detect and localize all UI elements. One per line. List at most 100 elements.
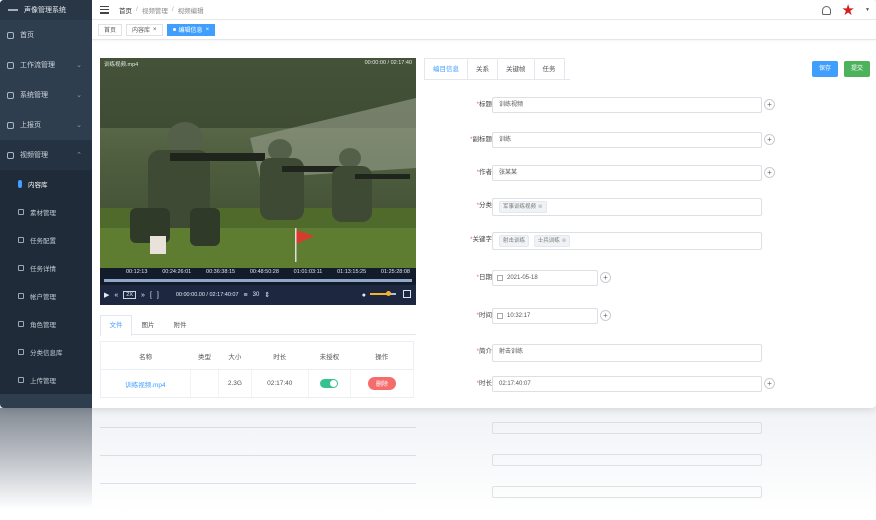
media-panel: 训练视频.mp4 00:00:00 / 02:17:40 00:12:13 00… [100, 58, 416, 408]
tag-content-library[interactable]: 内容库 × [126, 23, 163, 36]
column-header: 操作 [350, 341, 414, 370]
delete-button[interactable]: 删除 [368, 377, 397, 390]
date-picker[interactable]: 2021-05-18 [492, 270, 598, 286]
breadcrumb-item[interactable]: 首页 [119, 5, 132, 15]
field-label: *标题 [476, 101, 492, 108]
tab-catalog-info[interactable]: 编目信息 [424, 58, 468, 79]
tab-tasks[interactable]: 任务 [533, 58, 565, 79]
forward-icon[interactable]: » [141, 292, 145, 299]
file-name-link[interactable]: 训练视频.mp4 [100, 369, 191, 398]
sidebar-item-workflow[interactable]: 工作流管理 ⌄ [0, 50, 92, 80]
keywords-select[interactable]: 射击训练 士兵训练 ⊗ [492, 232, 762, 250]
video-player[interactable]: 训练视频.mp4 00:00:00 / 02:17:40 00:12:13 00… [100, 58, 416, 305]
close-icon[interactable]: × [153, 27, 157, 33]
timeline-tick: 00:48:50:28 [249, 269, 279, 275]
add-icon[interactable]: + [600, 310, 611, 321]
fullscreen-icon[interactable] [403, 290, 411, 298]
sidebar-subitem-category[interactable]: 分类信息库 [0, 338, 92, 366]
sidebar-item-label: 首页 [20, 32, 34, 39]
tab-files[interactable]: 文件 [100, 315, 132, 336]
close-icon[interactable]: ⊗ [562, 238, 567, 244]
sidebar-subitem-task-detail[interactable]: 任务详情 [0, 254, 92, 282]
tab-keyframes[interactable]: 关键帧 [497, 58, 535, 79]
sidebar-subitem-task-config[interactable]: 任务配置 [0, 226, 92, 254]
submit-button[interactable]: 提交 [843, 61, 870, 77]
clock-icon [497, 313, 503, 319]
time-picker[interactable]: 10:32:17 [492, 308, 598, 324]
category-icon [18, 349, 24, 355]
add-icon[interactable]: + [600, 272, 611, 283]
account-icon [18, 293, 24, 299]
add-icon[interactable]: + [764, 134, 775, 145]
frame-settings-icon[interactable]: ≡ [244, 292, 248, 299]
close-icon[interactable]: × [206, 27, 210, 33]
task-detail-icon [18, 265, 24, 271]
notification-bell-icon[interactable] [822, 5, 832, 15]
authorized-cell [308, 369, 352, 398]
video-timeline[interactable]: 00:12:13 00:24:26:01 00:36:38:15 00:48:5… [100, 268, 416, 285]
sidebar-item-report[interactable]: 上报页 ⌄ [0, 110, 92, 140]
close-icon[interactable]: ⊗ [538, 204, 543, 210]
tab-attachments[interactable]: 附件 [164, 315, 196, 334]
form-row-subtitle: *副标题 训练 + [424, 132, 784, 148]
frame-rate-value[interactable]: 30 [253, 292, 260, 298]
volume-slider[interactable] [370, 291, 396, 296]
sidebar-subitem-label: 内容库 [28, 182, 48, 189]
tab-relations[interactable]: 关系 [467, 58, 498, 79]
duration-input[interactable]: 02:17:40:07 [492, 376, 762, 392]
rewind-icon[interactable]: « [114, 292, 118, 299]
breadcrumb-item: 视频编辑 [177, 7, 204, 15]
authorized-toggle[interactable] [320, 379, 339, 388]
timeline-tick: 01:01:03:11 [293, 269, 323, 275]
add-icon[interactable]: + [764, 99, 775, 110]
column-header: 未授权 [308, 341, 351, 370]
tag-home[interactable]: 首页 [98, 23, 123, 36]
playback-speed[interactable]: 2X [123, 291, 137, 299]
save-button[interactable]: 保存 [811, 61, 838, 77]
table-header-row: 名称 类型 大小 时长 未授权 操作 [100, 341, 414, 370]
sidebar-subitem-account[interactable]: 帐户管理 [0, 282, 92, 310]
logo-icon [8, 9, 18, 11]
file-table: 名称 类型 大小 时长 未授权 操作 训练视频.mp4 2.3G 02:17:4… [100, 341, 414, 398]
sidebar-item-system[interactable]: 系统管理 ⌄ [0, 80, 92, 110]
upload-page-icon [7, 121, 14, 129]
tag-edit-info[interactable]: 编辑信息 × [166, 23, 216, 36]
author-input[interactable]: 张某某 [492, 165, 762, 181]
sidebar-item-home[interactable]: 首页 [0, 20, 92, 50]
menu-toggle-icon[interactable] [100, 5, 109, 14]
mark-in-icon[interactable]: [ [150, 292, 152, 299]
timeline-tick: 00:36:38:15 [206, 269, 236, 275]
volume-icon[interactable]: ● [362, 292, 366, 299]
stepper-icon[interactable]: ⇕ [264, 291, 270, 299]
title-input[interactable]: 训练视频 [492, 97, 762, 113]
chevron-down-icon[interactable]: ▼ [865, 7, 870, 13]
tags-view: 首页 内容库 × 编辑信息 × [92, 20, 876, 40]
sidebar-subitem-material[interactable]: 素材管理 [0, 198, 92, 226]
sidebar-subitem-role[interactable]: 角色管理 [0, 310, 92, 338]
video-time-overlay: 00:00:00 / 02:17:40 [364, 60, 412, 66]
timeline-track[interactable] [104, 279, 412, 282]
sidebar-subitem-label: 任务详情 [30, 266, 56, 273]
category-select[interactable]: 军事训练视频 ⊗ [492, 198, 762, 216]
summary-textarea[interactable]: 射击训练 [492, 344, 762, 362]
keyword-chip: 射击训练 [499, 235, 530, 247]
sidebar-subitem-label: 任务配置 [30, 238, 56, 245]
video-file-name: 训练视频.mp4 [104, 62, 139, 68]
timeline-tick: 00:12:13 [126, 269, 148, 275]
play-icon[interactable]: ▶ [104, 291, 109, 299]
tab-images[interactable]: 图片 [132, 315, 164, 334]
add-icon[interactable]: + [764, 378, 775, 389]
field-label: *时长 [476, 380, 492, 387]
breadcrumb-item[interactable]: 视频管理 [142, 5, 168, 15]
active-indicator-icon [18, 180, 22, 188]
subtitle-input[interactable]: 训练 [492, 132, 762, 148]
sidebar-subitem-upload[interactable]: 上传管理 [0, 366, 92, 394]
sidebar-item-video[interactable]: 视频管理 ⌃ [0, 140, 92, 170]
volume-knob[interactable] [386, 291, 392, 296]
sidebar-subitem-content-library[interactable]: 内容库 [0, 170, 92, 198]
avatar[interactable]: ★ [839, 1, 858, 19]
file-duration: 02:17:40 [251, 369, 309, 398]
mark-out-icon[interactable]: ] [157, 292, 159, 299]
sidebar-subitem-label: 素材管理 [30, 210, 56, 217]
add-icon[interactable]: + [764, 167, 775, 178]
